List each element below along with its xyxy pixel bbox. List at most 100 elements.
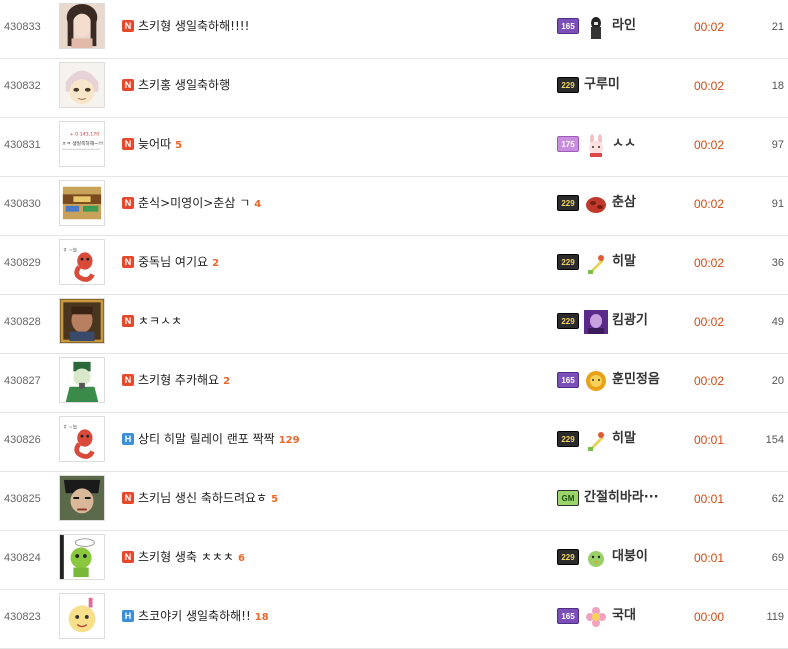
post-title-link[interactable]: 츠키홍 생일축하행 <box>138 59 234 114</box>
table-row[interactable]: 430824 N 츠키형 생축 ㅊㅊㅊ 6 229 대붕이 00:01 69 <box>0 531 788 590</box>
dark-figure-icon <box>584 15 608 39</box>
post-title: 늦어따 <box>138 137 172 151</box>
table-row[interactable]: 430829 ㅎ ~늘 N 중독님 여기요 2 229 히말 00:02 36 <box>0 236 788 295</box>
post-number: 430828 <box>4 316 41 328</box>
view-count: 154 <box>765 434 784 446</box>
post-thumbnail[interactable]: ㅎ ~늘 <box>59 239 105 285</box>
hot-post-badge: H <box>122 433 134 445</box>
table-row[interactable]: 430830 N 춘식>미영이>춘삼 ㄱ4 229 춘삼 00:02 91 <box>0 177 788 236</box>
author-nickname[interactable]: 킴광기 <box>612 295 648 350</box>
post-time: 00:02 <box>694 374 725 388</box>
post-title: 츠코야키 생일축하해!! <box>138 609 251 623</box>
post-title-link[interactable]: 츠키형 생축 ㅊㅊㅊ 6 <box>138 531 245 586</box>
post-title-link[interactable]: 츠키형 생일축하해!!!! <box>138 0 253 55</box>
post-time: 00:01 <box>694 433 725 447</box>
author-nickname[interactable]: 히말 <box>612 413 636 468</box>
post-thumbnail[interactable] <box>59 3 105 49</box>
post-title: 츠키형 생일축하해!!!! <box>138 19 250 33</box>
table-row[interactable]: 430832 N 츠키홍 생일축하행 229 구루미 00:02 18 <box>0 59 788 118</box>
author-nickname[interactable]: 대붕이 <box>612 531 648 586</box>
level-badge: 229 <box>557 254 579 270</box>
post-thumbnail[interactable] <box>59 593 105 639</box>
post-time: 00:00 <box>694 610 725 624</box>
post-title-link[interactable]: 춘식>미영이>춘삼 ㄱ4 <box>138 177 261 232</box>
post-thumbnail[interactable]: ㅎ ~늘 <box>59 416 105 462</box>
post-title-link[interactable]: 늦어따 5 <box>138 118 182 173</box>
post-thumbnail[interactable] <box>59 534 105 580</box>
comment-count: 18 <box>254 612 269 623</box>
author-nickname[interactable]: 훈민정음 <box>612 354 660 409</box>
table-row[interactable]: 430828 N ㅊㅋㅅㅊ 229 킴광기 00:02 49 <box>0 295 788 354</box>
post-thumbnail[interactable] <box>59 357 105 403</box>
author-nickname[interactable]: ㅅㅅ <box>612 118 636 173</box>
author-nickname[interactable]: 라인 <box>612 0 636 55</box>
post-title-link[interactable]: 츠키형 추카해요 2 <box>138 354 230 409</box>
post-number: 430831 <box>4 139 41 151</box>
table-row[interactable]: 430833 N 츠키형 생일축하해!!!! 165 라인 00:02 21 <box>0 0 788 59</box>
level-badge: 165 <box>557 372 579 388</box>
table-row[interactable]: 430823 H 츠코야키 생일축하해!! 18 165 국대 00:00 119 <box>0 590 788 649</box>
post-list: 430833 N 츠키형 생일축하해!!!! 165 라인 00:02 21 4… <box>0 0 788 649</box>
red-blob-icon <box>584 192 608 216</box>
post-time: 00:02 <box>694 20 725 34</box>
thumbnail-caption: + 0 143,170 <box>70 131 100 137</box>
hot-post-badge: H <box>122 610 134 622</box>
post-time: 00:02 <box>694 197 725 211</box>
author-nickname[interactable]: 히말 <box>612 236 636 291</box>
post-time: 00:02 <box>694 256 725 270</box>
post-thumbnail[interactable] <box>59 180 105 226</box>
post-thumbnail[interactable]: + 0 143,170 ㅊㅋ 생일축하해~!!! <box>59 121 105 167</box>
level-badge: 229 <box>557 77 579 93</box>
level-badge: 229 <box>557 549 579 565</box>
table-row[interactable]: 430831 + 0 143,170 ㅊㅋ 생일축하해~!!! N 늦어따 5 17… <box>0 118 788 177</box>
post-thumbnail[interactable] <box>59 475 105 521</box>
post-title: 츠키님 생신 축하드려요ㅎ <box>138 491 268 505</box>
green-chick-icon <box>584 546 608 570</box>
new-post-badge: N <box>122 197 134 209</box>
table-row[interactable]: 430827 N 츠키형 추카해요 2 165 훈민정음 00:02 20 <box>0 354 788 413</box>
post-title: 츠키형 추카해요 <box>138 373 220 387</box>
new-post-badge: N <box>122 20 134 32</box>
post-title-link[interactable]: 중독님 여기요 2 <box>138 236 219 291</box>
comment-count: 2 <box>212 258 220 269</box>
post-number: 430823 <box>4 611 41 623</box>
new-post-badge: N <box>122 551 134 563</box>
view-count: 36 <box>771 257 784 269</box>
gold-coin-icon <box>584 369 608 393</box>
view-count: 20 <box>771 375 784 387</box>
post-number: 430826 <box>4 434 41 446</box>
comment-count: 2 <box>223 376 231 387</box>
author-nickname[interactable]: 구루미 <box>584 59 620 114</box>
view-count: 49 <box>771 316 784 328</box>
level-badge: 165 <box>557 18 579 34</box>
rabbit-icon <box>584 133 608 157</box>
level-badge: 165 <box>557 608 579 624</box>
view-count: 69 <box>771 552 784 564</box>
post-thumbnail[interactable] <box>59 298 105 344</box>
view-count: 97 <box>771 139 784 151</box>
post-title: 츠키홍 생일축하행 <box>138 78 231 92</box>
post-number: 430829 <box>4 257 41 269</box>
author-nickname[interactable]: 간절히바라··· <box>584 472 659 527</box>
level-badge: GM <box>557 490 579 506</box>
new-post-badge: N <box>122 315 134 327</box>
potion-icon <box>584 251 608 275</box>
flower-icon <box>584 605 608 629</box>
post-number: 430827 <box>4 375 41 387</box>
post-thumbnail[interactable] <box>59 62 105 108</box>
post-time: 00:02 <box>694 79 725 93</box>
post-title-link[interactable]: 상티 히말 릴레이 랜포 짝짝 129 <box>138 413 300 468</box>
comment-count: 5 <box>175 140 183 151</box>
post-title-link[interactable]: ㅊㅋㅅㅊ <box>138 295 186 350</box>
level-badge: 229 <box>557 195 579 211</box>
purple-portrait-icon <box>584 310 608 334</box>
table-row[interactable]: 430825 N 츠키님 생신 축하드려요ㅎ 5 GM 간절히바라··· 00:0… <box>0 472 788 531</box>
table-row[interactable]: 430826 ㅎ ~늘 H 상티 히말 릴레이 랜포 짝짝 129 229 히말 … <box>0 413 788 472</box>
view-count: 18 <box>771 80 784 92</box>
level-badge: 229 <box>557 313 579 329</box>
view-count: 119 <box>766 611 784 623</box>
author-nickname[interactable]: 국대 <box>612 590 636 645</box>
post-title-link[interactable]: 츠키님 생신 축하드려요ㅎ 5 <box>138 472 278 527</box>
post-title-link[interactable]: 츠코야키 생일축하해!! 18 <box>138 590 269 645</box>
author-nickname[interactable]: 춘삼 <box>612 177 636 232</box>
